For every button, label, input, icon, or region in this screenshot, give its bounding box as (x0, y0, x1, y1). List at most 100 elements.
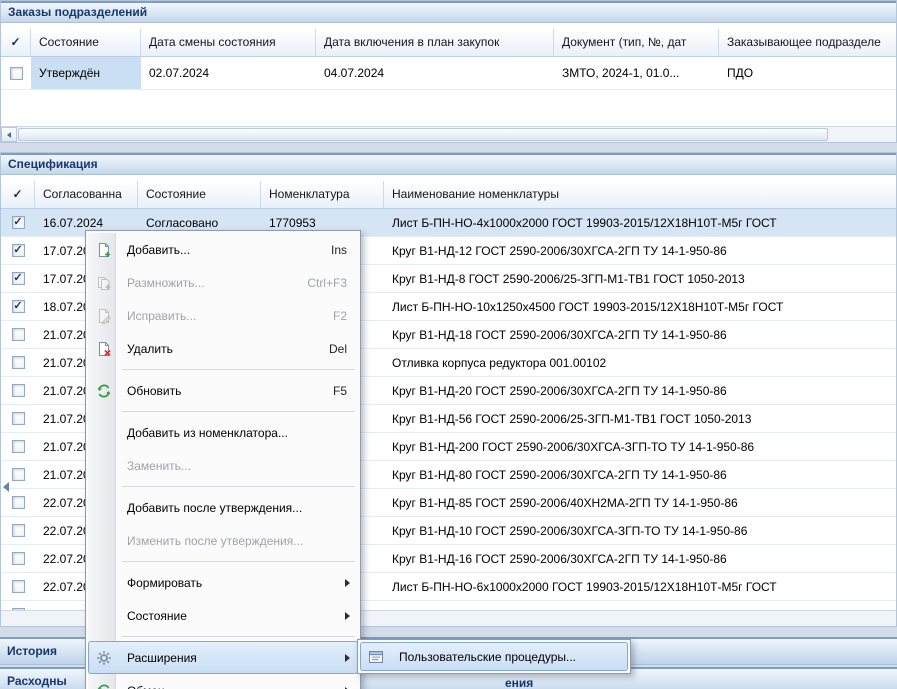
scroll-left-button[interactable] (1, 127, 17, 142)
refresh-icon (96, 383, 112, 399)
menu-item-label: Исправить... (127, 309, 315, 323)
row-checkbox[interactable] (10, 67, 23, 80)
splitter-collapse-icon[interactable] (0, 477, 11, 497)
menu-item[interactable]: Добавить...Ins (88, 233, 358, 266)
spec-cell[interactable]: Лист Б-ПН-НО-6х1000х2000 ГОСТ 19903-2015… (384, 573, 896, 600)
checkbox-cell: ✓ (1, 237, 35, 264)
collapse-left-arrow-icon (3, 482, 9, 492)
menu-item: Изменить после утверждения... (88, 524, 358, 557)
menu-item[interactable]: Удалить Del (88, 332, 358, 365)
orders-cell[interactable]: 02.07.2024 (141, 57, 316, 89)
menu-item[interactable]: ОбновитьF5 (88, 374, 358, 407)
spec-column-header[interactable]: Наименование номенклатуры (384, 181, 896, 208)
menu-item-label: Изменить после утверждения... (127, 534, 347, 548)
orders-column-header[interactable]: Состояние (31, 29, 141, 56)
menu-item-shortcut: F2 (333, 309, 347, 323)
hscroll-thumb[interactable] (18, 128, 828, 141)
menu-item[interactable]: Обмен (88, 674, 358, 689)
row-checkbox[interactable] (12, 356, 25, 369)
menu-item-shortcut: Del (329, 342, 347, 356)
orders-cell[interactable]: Утверждён (31, 57, 141, 89)
application-window: Заказы подразделений ✓СостояниеДата смен… (0, 0, 897, 689)
orders-column-header[interactable]: Дата включения в план закупок (316, 29, 554, 56)
menu-item[interactable]: Расширения (88, 641, 358, 674)
spec-cell[interactable]: Круг В1-НД-80 ГОСТ 2590-2006/30ХГСА-2ГП … (384, 461, 896, 488)
row-checkbox[interactable]: ✓ (12, 216, 25, 229)
specification-panel-header: Спецификация (1, 153, 896, 175)
extensions-icon (96, 650, 112, 666)
menu-item-label: Добавить... (127, 243, 313, 257)
menu-item-shortcut: Ctrl+F3 (307, 276, 347, 290)
spec-column-header[interactable]: Согласованна (35, 181, 138, 208)
menu-item[interactable]: Пользовательские процедуры... (360, 642, 628, 671)
orders-cell[interactable]: 04.07.2024 (316, 57, 554, 89)
spec-select-all-header[interactable]: ✓ (1, 181, 35, 208)
specification-panel-title: Спецификация (8, 157, 98, 171)
menu-separator (88, 632, 358, 641)
context-menu: Добавить...InsРазмножить...Ctrl+F3Исправ… (85, 230, 361, 689)
row-checkbox[interactable] (12, 524, 25, 537)
checkbox-cell: ✓ (1, 209, 35, 236)
specification-grid-header: ✓СогласованнаСостояниеНоменклатураНаимен… (1, 181, 896, 209)
menu-item[interactable]: Формировать (88, 566, 358, 599)
spec-cell[interactable]: Круг В1-НД-200 ГОСТ 2590-2006/30ХГСА-ЗГП… (384, 433, 896, 460)
spec-column-header[interactable]: Состояние (138, 181, 261, 208)
spec-cell[interactable]: Круг В1-НД-12 ГОСТ 2590-2006/30ХГСА-2ГП … (384, 237, 896, 264)
spec-column-header[interactable]: Номенклатура (261, 181, 384, 208)
row-checkbox[interactable] (12, 552, 25, 565)
spec-cell[interactable]: Круг В1-НД-56 ГОСТ 2590-2006/25-ЗГП-М1-Т… (384, 405, 896, 432)
row-checkbox[interactable] (12, 496, 25, 509)
checkbox-cell (1, 349, 35, 376)
menu-item-label: Добавить из номенклатора... (127, 426, 347, 440)
spec-cell[interactable]: Лист Б-ПН-НО-10х1250х4500 ГОСТ 19903-201… (384, 293, 896, 320)
spec-cell[interactable]: Круг В1-НД-1.. ГОСТ 2590-2006/30ХГСА-2ГП… (384, 601, 896, 610)
row-checkbox[interactable] (12, 384, 25, 397)
checkbox-cell (1, 57, 31, 89)
page-delete-icon (96, 341, 112, 357)
orders-column-header[interactable]: Заказывающее подразделе (719, 29, 896, 56)
spec-cell[interactable]: Отливка корпуса редуктора 001.00102 (384, 349, 896, 376)
row-checkbox[interactable]: ✓ (12, 244, 25, 257)
submenu-arrow-icon (345, 612, 350, 620)
row-checkbox[interactable]: ✓ (12, 272, 25, 285)
orders-cell[interactable]: ПДО (719, 57, 896, 89)
menu-item[interactable]: Состояние (88, 599, 358, 632)
page-add-icon (96, 242, 112, 258)
row-checkbox[interactable] (12, 468, 25, 481)
checkbox-cell (1, 405, 35, 432)
menu-item-label: Расширения (127, 651, 347, 665)
menu-item: Заменить... (88, 449, 358, 482)
orders-hscrollbar[interactable] (1, 126, 896, 142)
checkbox-cell: ✓ (1, 265, 35, 292)
orders-column-header[interactable]: Дата смены состояния (141, 29, 316, 56)
row-checkbox[interactable] (12, 580, 25, 593)
spec-cell[interactable]: Круг В1-НД-10 ГОСТ 2590-2006/30ХГСА-ЗГП-… (384, 517, 896, 544)
spec-cell[interactable]: Лист Б-ПН-НО-4х1000х2000 ГОСТ 19903-2015… (384, 209, 896, 236)
scroll-left-arrow-icon (7, 132, 11, 138)
orders-cell[interactable]: ЗМТО, 2024-1, 01.0... (554, 57, 719, 89)
checkbox-cell (1, 377, 35, 404)
expense-panel-title-fragment: Расходны (7, 674, 67, 688)
spec-cell[interactable]: Круг В1-НД-16 ГОСТ 2590-2006/30ХГСА-2ГП … (384, 545, 896, 572)
checkbox-cell (1, 573, 35, 600)
checkbox-cell (1, 517, 35, 544)
page-edit-icon (96, 308, 112, 324)
spec-cell[interactable]: Круг В1-НД-8 ГОСТ 2590-2006/25-ЗГП-М1-ТВ… (384, 265, 896, 292)
user-procedures-icon (368, 649, 384, 665)
menu-item[interactable]: Добавить после утверждения... (88, 491, 358, 524)
menu-item[interactable]: Добавить из номенклатора... (88, 416, 358, 449)
row-checkbox[interactable]: ✓ (12, 300, 25, 313)
spec-cell[interactable]: Круг В1-НД-85 ГОСТ 2590-2006/40ХН2МА-2ГП… (384, 489, 896, 516)
spec-cell[interactable]: Круг В1-НД-20 ГОСТ 2590-2006/30ХГСА-2ГП … (384, 377, 896, 404)
menu-separator (88, 557, 358, 566)
spec-cell[interactable]: Круг В1-НД-18 ГОСТ 2590-2006/30ХГСА-2ГП … (384, 321, 896, 348)
row-checkbox[interactable] (12, 328, 25, 341)
orders-column-header[interactable]: Документ (тип, №, дат (554, 29, 719, 56)
exchange-icon (96, 683, 112, 689)
orders-select-all-header[interactable]: ✓ (1, 29, 31, 56)
row-checkbox[interactable] (12, 412, 25, 425)
row-checkbox[interactable] (12, 440, 25, 453)
orders-table-row[interactable]: Утверждён02.07.202404.07.2024ЗМТО, 2024-… (1, 57, 896, 90)
menu-item-label: Удалить (127, 342, 311, 356)
orders-grid-body: Утверждён02.07.202404.07.2024ЗМТО, 2024-… (1, 57, 896, 126)
